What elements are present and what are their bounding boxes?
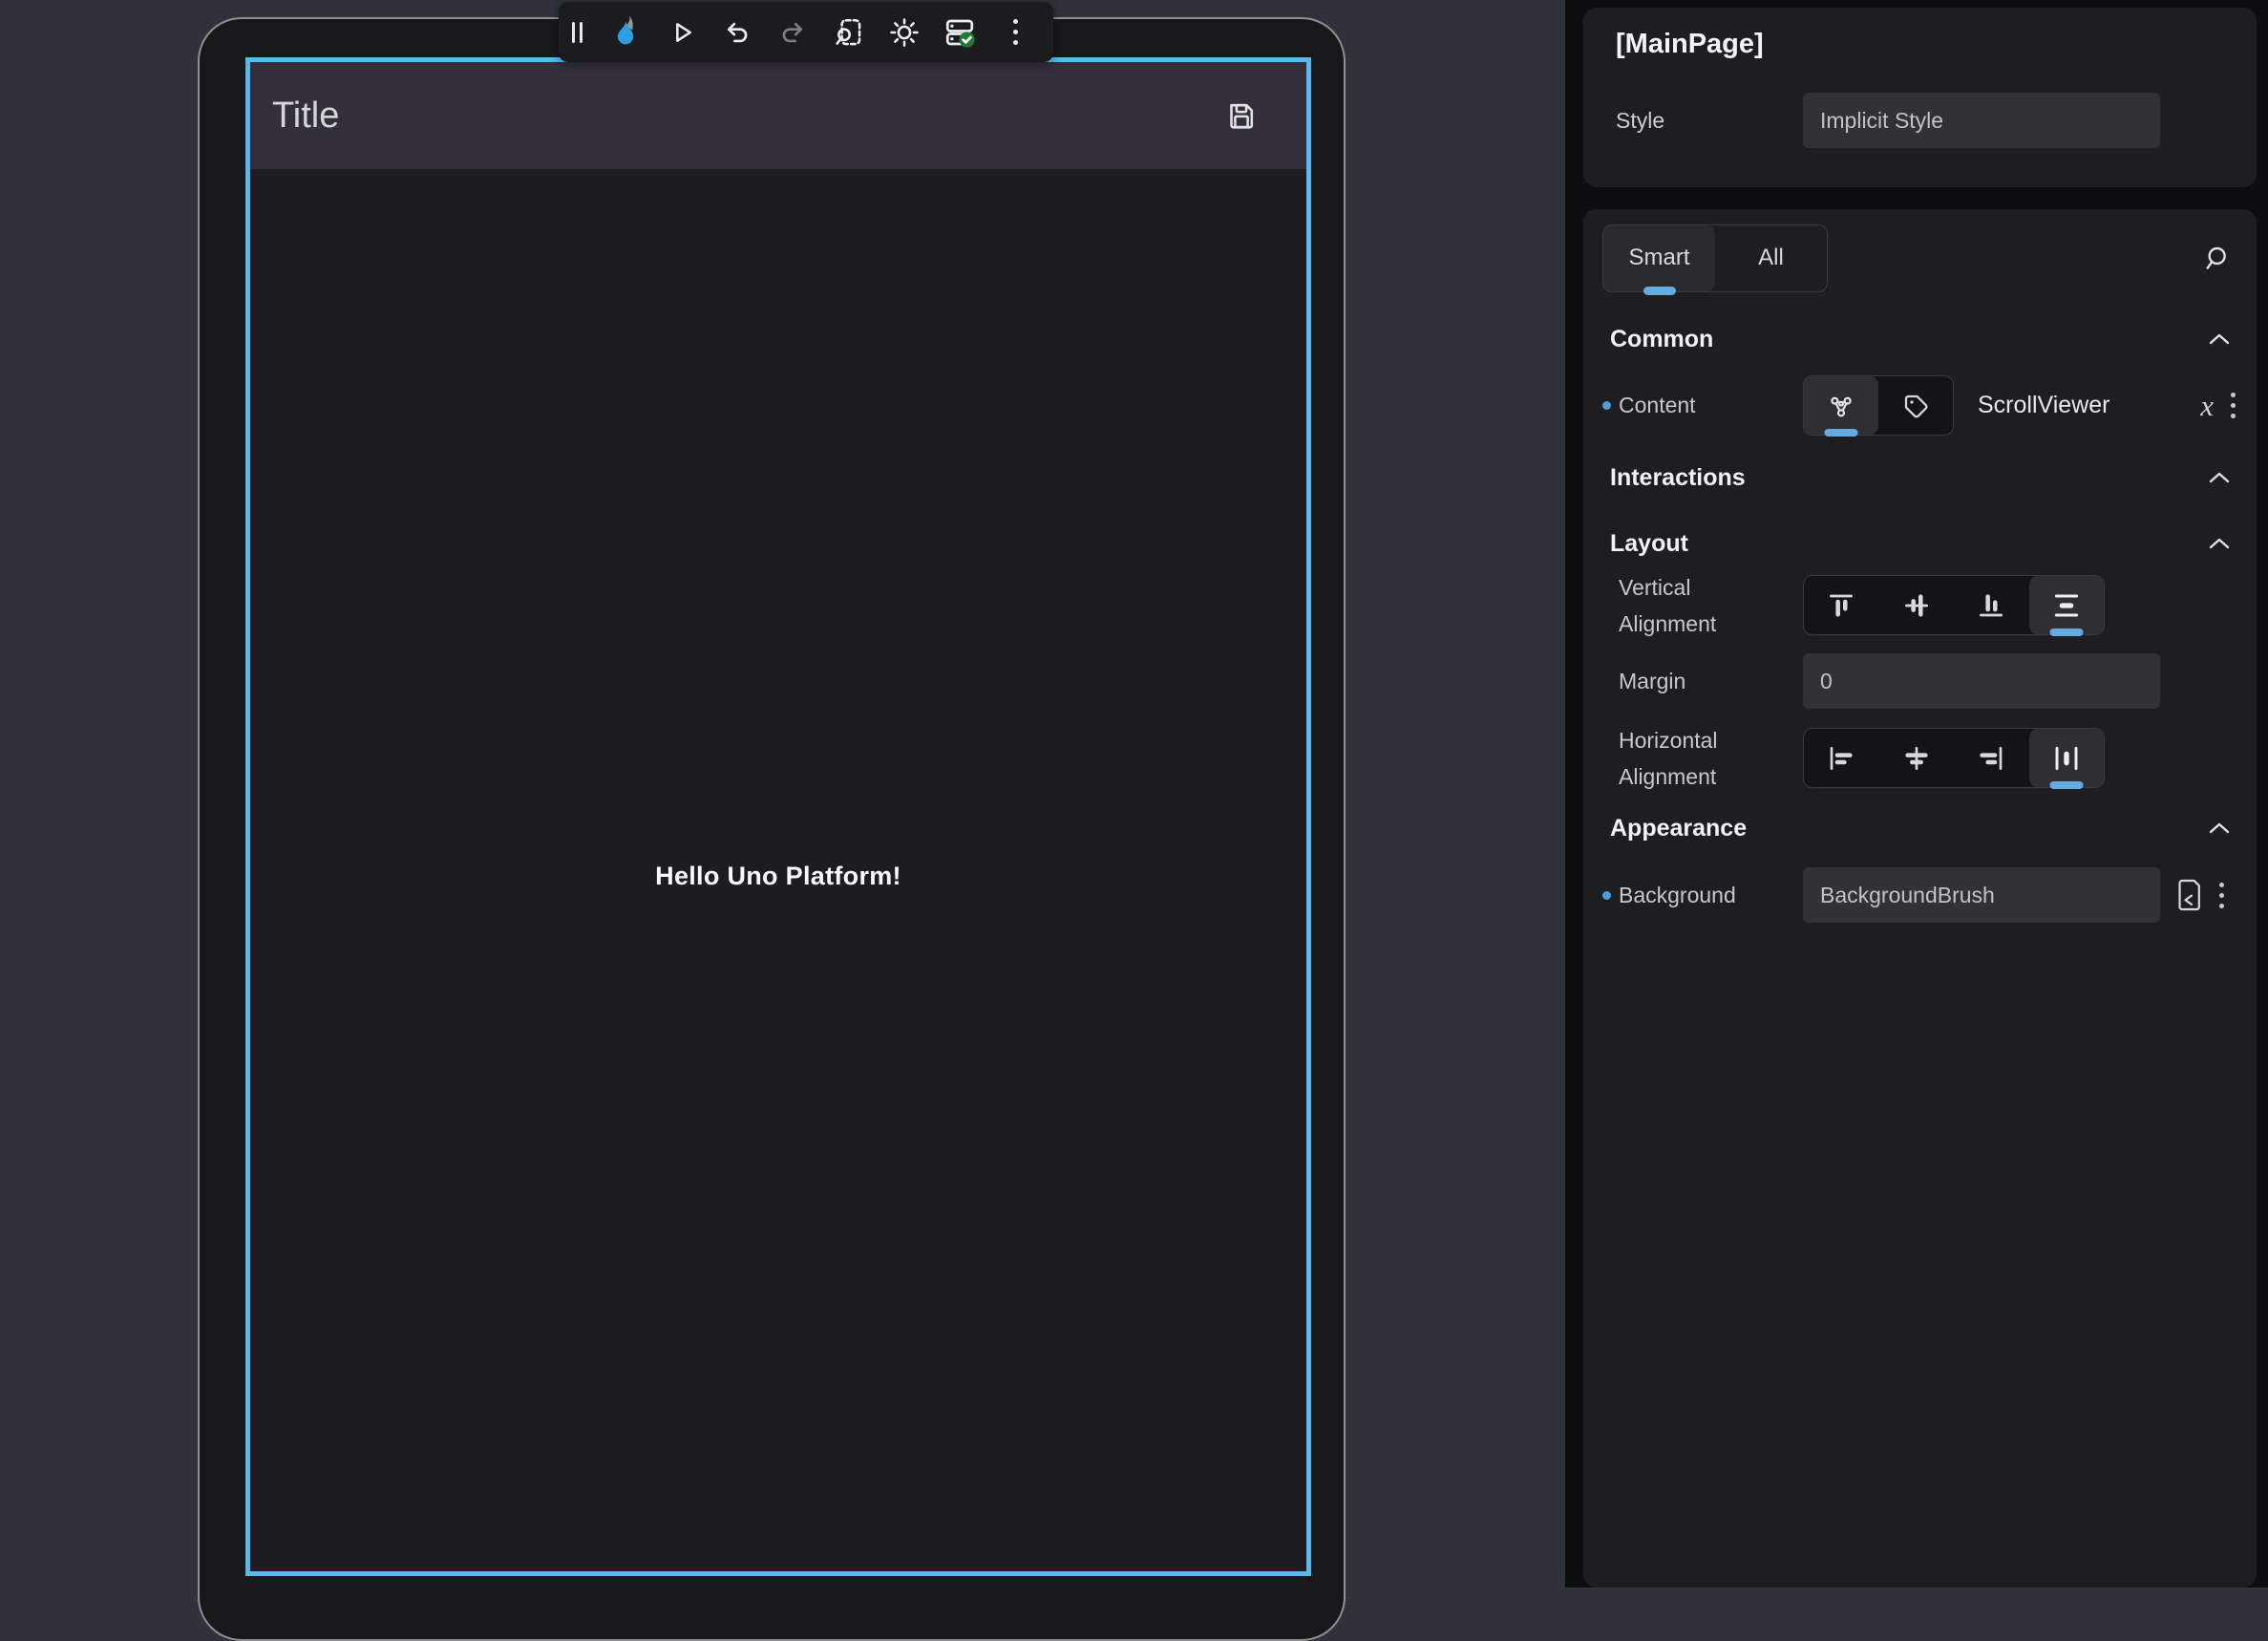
section-common[interactable]: Common [1610,322,2232,356]
properties-panel: [MainPage] Style Smart All [1565,0,2268,1588]
section-interactions[interactable]: Interactions [1610,460,2232,495]
property-tabs-row: Smart All [1602,223,2232,293]
active-tab-indicator [1643,287,1676,295]
margin-input[interactable] [1803,653,2160,709]
app-title-text: Title [272,96,339,137]
background-label: Background [1619,883,1736,908]
property-tab-group: Smart All [1602,224,1828,292]
style-row: Style [1616,93,2241,148]
selected-page-outline[interactable]: Title Hello Uno Platform! [245,57,1311,1576]
section-layout[interactable]: Layout [1610,526,2232,561]
selected-element-card: [MainPage] Style [1583,8,2257,187]
vertical-alignment-row: Vertical Alignment [1602,575,2239,635]
tab-smart[interactable]: Smart [1603,225,1715,291]
horizontal-alignment-row: Horizontal Alignment [1602,728,2239,788]
tag-icon[interactable] [1878,376,1953,435]
style-input[interactable] [1803,93,2160,148]
chevron-up-icon[interactable] [2207,469,2232,486]
toolbar-overflow-menu-icon[interactable] [994,11,1036,53]
horizontal-stretch-icon[interactable] [2029,729,2105,787]
properties-card: Smart All Common [1583,209,2257,1588]
resource-document-arrow-icon[interactable] [2175,879,2204,911]
align-bottom-icon[interactable] [1954,576,2029,634]
style-label: Style [1616,108,1803,134]
align-top-icon[interactable] [1804,576,1879,634]
element-picker-icon[interactable] [827,11,869,53]
align-right-icon[interactable] [1954,729,2029,787]
theme-toggle-sun-icon[interactable] [883,11,925,53]
hot-design-toolbar [559,2,1053,62]
play-icon[interactable] [661,11,703,53]
selected-editor-indicator [1825,429,1858,437]
horizontal-alignment-control [1803,728,2105,788]
section-appearance[interactable]: Appearance [1610,811,2232,845]
tab-all[interactable]: All [1715,225,1827,291]
drag-handle-icon[interactable] [572,22,591,43]
vertical-stretch-icon[interactable] [2029,576,2105,634]
background-more-options-icon[interactable] [2215,879,2228,912]
horizontal-alignment-label: Horizontal Alignment [1619,722,1748,795]
chevron-up-icon[interactable] [2207,330,2232,348]
markup-expression-icon[interactable]: x [2200,389,2214,423]
align-left-icon[interactable] [1804,729,1879,787]
search-icon[interactable] [2201,243,2232,273]
margin-row: Margin [1602,652,2239,710]
widget-tree-icon[interactable] [1804,376,1878,435]
selected-option-indicator [2049,629,2083,636]
modified-dot [1602,891,1611,900]
background-input[interactable] [1803,867,2160,923]
margin-label: Margin [1619,669,1685,694]
hello-text: Hello Uno Platform! [250,860,1306,892]
undo-icon[interactable] [716,11,758,53]
content-label: Content [1619,393,1696,418]
selected-option-indicator [2049,781,2083,789]
modified-dot [1602,401,1611,410]
uno-hot-design-flame-icon[interactable] [604,11,646,53]
background-row: Background [1602,866,2239,924]
content-value: ScrollViewer [1978,392,2200,419]
content-row: Content [1602,375,2239,436]
app-title-bar: Title [250,62,1306,169]
redo-icon[interactable] [772,11,814,53]
vertical-alignment-control [1803,575,2105,635]
chevron-up-icon[interactable] [2207,820,2232,837]
content-more-options-icon[interactable] [2227,389,2239,422]
chevron-up-icon[interactable] [2207,535,2232,552]
save-icon[interactable] [1224,98,1259,133]
selected-element-name: [MainPage] [1616,29,1764,60]
connection-status-icon[interactable] [939,11,981,53]
vertical-alignment-label: Vertical Alignment [1619,569,1748,642]
align-vertical-center-icon[interactable] [1879,576,1955,634]
content-editor-switch [1803,375,1954,436]
align-horizontal-center-icon[interactable] [1879,729,1955,787]
